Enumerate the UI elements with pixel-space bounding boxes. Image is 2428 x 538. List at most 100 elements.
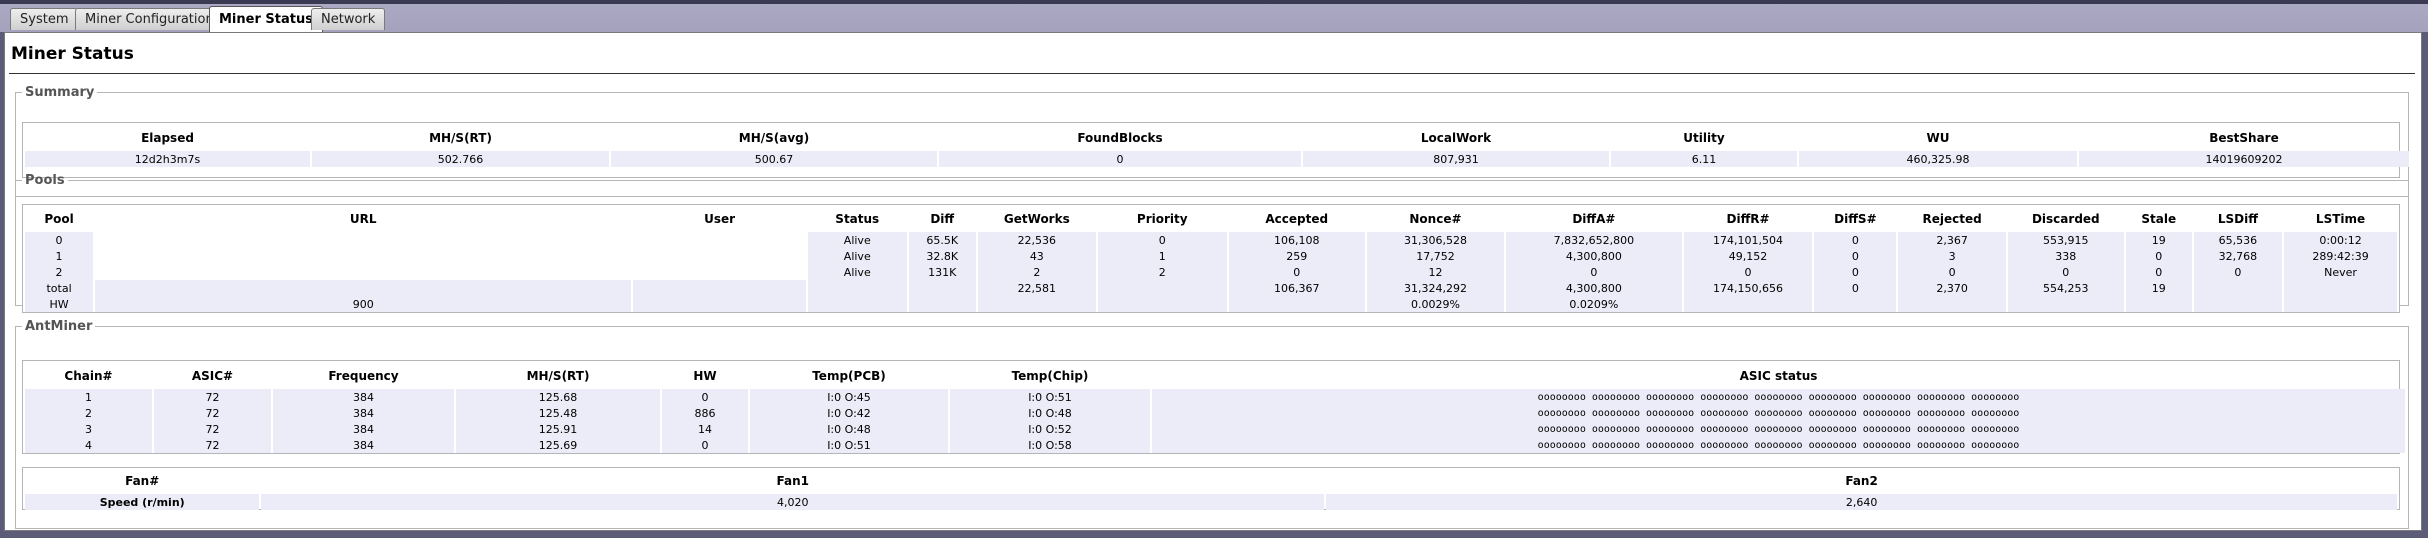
- fan-panel: Fan# Fan1 Fan2 Speed (r/min) 4,020 2,640: [22, 467, 2400, 510]
- summary-header-mh-s-rt: MH/S(RT): [429, 131, 492, 145]
- pool-cell-discarded: 0: [2007, 264, 2124, 280]
- pool-hw-cell-accepted: [1228, 296, 1365, 312]
- title-divider: [9, 73, 2415, 74]
- chain-cell-temp-pcb: I:0 O:51: [750, 437, 948, 453]
- pool-cell-url: [95, 264, 632, 280]
- pool-cell-accepted: 0: [1228, 264, 1365, 280]
- chain-cell-asic-status: oooooooo oooooooo oooooooo oooooooo oooo…: [1152, 437, 2405, 453]
- pool-total-cell-user: [633, 280, 806, 296]
- pool-total-cell-lsdiff: [2193, 280, 2283, 296]
- chain-table: Chain# ASIC# Frequency MH/S(RT) HW Temp(PCB) T…: [23, 363, 2407, 453]
- chain-cell-hw: 14: [662, 421, 748, 437]
- chain-cell-chain: 3: [25, 421, 152, 437]
- pool-cell-lstime: 289:42:39: [2284, 248, 2397, 264]
- pool-total-cell-url: [95, 280, 632, 296]
- chain-header-temp-chip: Temp(Chip): [1011, 369, 1089, 383]
- chain-header-temp-pcb: Temp(PCB): [812, 369, 886, 383]
- chain-cell-asic-status: oooooooo oooooooo oooooooo oooooooo oooo…: [1152, 405, 2405, 421]
- pool-total-cell-rejected: 2,370: [1898, 280, 2006, 296]
- chain-cell-mh-s-rt: 125.91: [456, 421, 660, 437]
- pools-header-stale: Stale: [2141, 212, 2177, 226]
- summary-legend: Summary: [25, 85, 95, 100]
- pool-cell-diff: 32.8K: [908, 248, 976, 264]
- fan-table: Fan# Fan1 Fan2 Speed (r/min) 4,020 2,640: [23, 468, 2399, 510]
- chain-cell-temp-pcb: I:0 O:42: [750, 405, 948, 421]
- chain-cell-asic-status: oooooooo oooooooo oooooooo oooooooo oooo…: [1152, 421, 2405, 437]
- chain-header-frequency: Frequency: [328, 369, 399, 383]
- page-title: Miner Status: [11, 44, 134, 64]
- pool-cell-accepted: 259: [1228, 248, 1365, 264]
- chain-cell-temp-chip: I:0 O:51: [950, 389, 1150, 405]
- pools-header-getworks: GetWorks: [1003, 212, 1070, 226]
- fan-cell-fan: Speed (r/min): [25, 494, 260, 510]
- pool-cell-url: [95, 232, 632, 248]
- pools-header-url: URL: [349, 212, 377, 226]
- chain-cell-asic: 72: [154, 405, 271, 421]
- chain-cell-chain: 2: [25, 405, 152, 421]
- pool-cell-diffs: 0: [1814, 248, 1897, 264]
- pool-cell-lsdiff: 0: [2193, 264, 2283, 280]
- pool-cell-url: [95, 248, 632, 264]
- pool-cell-diffa: 0: [1506, 264, 1682, 280]
- chain-cell-hw: 0: [662, 437, 748, 453]
- chain-cell-asic: 72: [154, 437, 271, 453]
- pool-hw-cell-nonce: 0.0029%: [1366, 296, 1505, 312]
- chain-cell-frequency: 384: [273, 437, 454, 453]
- summary-header-utility: Utility: [1683, 131, 1725, 145]
- pool-total-cell-stale: 19: [2125, 280, 2192, 296]
- pool-hw-cell-lstime: [2284, 296, 2397, 312]
- chain-row: 1 72 384 125.68 0 I:0 O:45 I:0 O:51 oooooooo oo…: [25, 389, 2405, 405]
- pools-panel: Pool URL User Status Diff GetWorks Priority Acc…: [22, 204, 2400, 313]
- pool-cell-pool: 2: [25, 264, 94, 280]
- pool-hw-cell-diffr: [1683, 296, 1813, 312]
- pool-cell-pool: 1: [25, 248, 94, 264]
- fan-header-fan: Fan#: [125, 474, 160, 488]
- pool-total-cell-diff: [908, 280, 976, 296]
- pool-total-cell-diffs: 0: [1814, 280, 1897, 296]
- chain-cell-mh-s-rt: 125.68: [456, 389, 660, 405]
- pool-hw-cell-status: [807, 296, 907, 312]
- pool-hw-cell-diff: [908, 296, 976, 312]
- chain-header-mh-s-rt: MH/S(RT): [526, 369, 590, 383]
- antminer-fieldset: AntMiner Chain# ASIC# Frequency MH/S(RT) HW T…: [15, 319, 2409, 529]
- pool-cell-nonce: 12: [1366, 264, 1505, 280]
- chain-cell-temp-pcb: I:0 O:48: [750, 421, 948, 437]
- tab-system[interactable]: System: [10, 8, 79, 30]
- summary-value-utility: 6.11: [1611, 151, 1797, 167]
- pool-total-cell-pool: total: [25, 280, 94, 296]
- pools-header-priority: Priority: [1136, 212, 1188, 226]
- pool-cell-diff: 65.5K: [908, 232, 976, 248]
- pools-header-accepted: Accepted: [1265, 212, 1329, 226]
- pool-cell-rejected: 0: [1898, 264, 2006, 280]
- chain-cell-frequency: 384: [273, 405, 454, 421]
- pool-cell-diffa: 7,832,652,800: [1506, 232, 1682, 248]
- pool-cell-getworks: 22,536: [977, 232, 1096, 248]
- pool-cell-priority: 1: [1097, 248, 1227, 264]
- page-content: Miner Status Summary Elapsed MH/S(RT) MH/S…: [4, 32, 2422, 531]
- summary-value-foundblocks: 0: [939, 151, 1301, 167]
- pool-cell-discarded: 338: [2007, 248, 2124, 264]
- tab-network[interactable]: Network: [311, 8, 386, 30]
- pools-header-diff: Diff: [930, 212, 955, 226]
- chain-cell-chain: 4: [25, 437, 152, 453]
- pool-cell-diff: 131K: [908, 264, 976, 280]
- chain-header-chain: Chain#: [64, 369, 113, 383]
- pools-header-diffs: DiffS#: [1834, 212, 1877, 226]
- pool-total-cell-getworks: 22,581: [977, 280, 1096, 296]
- tab-miner-configuration[interactable]: Miner Configuration: [75, 8, 224, 30]
- pool-cell-accepted: 106,108: [1228, 232, 1365, 248]
- chain-header-hw: HW: [693, 369, 717, 383]
- chain-cell-temp-chip: I:0 O:48: [950, 405, 1150, 421]
- pool-cell-user: [633, 232, 806, 248]
- chain-row: 4 72 384 125.69 0 I:0 O:51 I:0 O:58 oooooooo oo…: [25, 437, 2405, 453]
- pool-total-cell-diffa: 4,300,800: [1506, 280, 1682, 296]
- pool-hw-cell-user: [633, 296, 806, 312]
- pools-header-pool: Pool: [44, 212, 74, 226]
- pool-cell-discarded: 553,915: [2007, 232, 2124, 248]
- pool-cell-diffs: 0: [1814, 232, 1897, 248]
- pools-header-nonce: Nonce#: [1409, 212, 1462, 226]
- pool-hw-cell-getworks: [977, 296, 1096, 312]
- summary-header-wu: WU: [1926, 131, 1950, 145]
- tab-miner-status[interactable]: Miner Status: [209, 6, 323, 32]
- pools-header-lstime: LSTime: [2315, 212, 2366, 226]
